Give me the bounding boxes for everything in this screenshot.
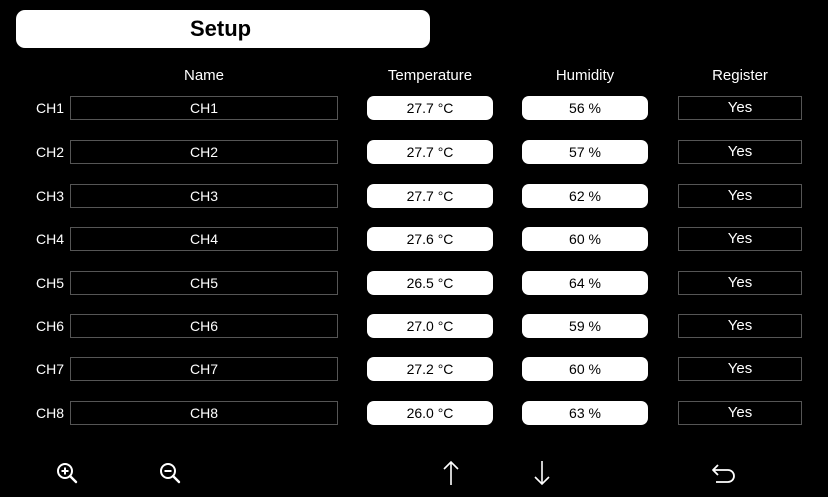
humidity-value: 57 % xyxy=(522,140,648,164)
channel-label: CH6 xyxy=(36,318,65,334)
scroll-down-button[interactable] xyxy=(527,458,557,488)
temperature-value: 27.0 °C xyxy=(367,314,493,338)
temperature-value: 27.2 °C xyxy=(367,357,493,381)
table-row: CH5 CH5 26.5 °C 64 % Yes xyxy=(0,271,828,295)
name-field[interactable]: CH5 xyxy=(70,271,338,295)
name-field[interactable]: CH8 xyxy=(70,401,338,425)
register-button[interactable]: Yes xyxy=(678,401,802,425)
humidity-value: 64 % xyxy=(522,271,648,295)
table-row: CH8 CH8 26.0 °C 63 % Yes xyxy=(0,401,828,425)
arrow-up-icon xyxy=(443,460,459,485)
register-button[interactable]: Yes xyxy=(678,96,802,120)
zoom-in-button[interactable] xyxy=(52,458,82,488)
table-row: CH3 CH3 27.7 °C 62 % Yes xyxy=(0,184,828,208)
table-row: CH2 CH2 27.7 °C 57 % Yes xyxy=(0,140,828,164)
zoom-out-icon xyxy=(160,463,181,484)
scroll-up-button[interactable] xyxy=(436,458,466,488)
arrow-down-icon xyxy=(534,461,550,486)
title-bar: Setup xyxy=(16,10,430,48)
humidity-value: 60 % xyxy=(522,357,648,381)
table-row: CH7 CH7 27.2 °C 60 % Yes xyxy=(0,357,828,381)
name-field[interactable]: CH6 xyxy=(70,314,338,338)
name-field[interactable]: CH7 xyxy=(70,357,338,381)
register-button[interactable]: Yes xyxy=(678,227,802,251)
name-field[interactable]: CH3 xyxy=(70,184,338,208)
channel-label: CH5 xyxy=(36,275,65,291)
humidity-value: 59 % xyxy=(522,314,648,338)
temperature-value: 26.5 °C xyxy=(367,271,493,295)
channel-label: CH2 xyxy=(36,144,65,160)
channel-label: CH1 xyxy=(36,100,65,116)
register-button[interactable]: Yes xyxy=(678,357,802,381)
humidity-value: 63 % xyxy=(522,401,648,425)
register-button[interactable]: Yes xyxy=(678,271,802,295)
table-row: CH6 CH6 27.0 °C 59 % Yes xyxy=(0,314,828,338)
channel-label: CH4 xyxy=(36,231,65,247)
channel-label: CH3 xyxy=(36,188,65,204)
temperature-value: 27.7 °C xyxy=(367,184,493,208)
column-header-register: Register xyxy=(712,67,768,84)
table-row: CH1 CH1 27.7 °C 56 % Yes xyxy=(0,96,828,120)
temperature-value: 27.7 °C xyxy=(367,96,493,120)
name-field[interactable]: CH2 xyxy=(70,140,338,164)
column-header-temperature: Temperature xyxy=(387,67,473,84)
name-field[interactable]: CH4 xyxy=(70,227,338,251)
back-button[interactable] xyxy=(709,458,739,488)
name-field[interactable]: CH1 xyxy=(70,96,338,120)
zoom-out-button[interactable] xyxy=(155,458,185,488)
table-row: CH4 CH4 27.6 °C 60 % Yes xyxy=(0,227,828,251)
column-header-humidity: Humidity xyxy=(555,67,615,84)
zoom-in-icon xyxy=(57,463,78,484)
channel-label: CH7 xyxy=(36,361,65,377)
humidity-value: 56 % xyxy=(522,96,648,120)
register-button[interactable]: Yes xyxy=(678,140,802,164)
back-icon xyxy=(712,464,735,483)
register-button[interactable]: Yes xyxy=(678,184,802,208)
humidity-value: 60 % xyxy=(522,227,648,251)
page-title: Setup xyxy=(190,16,252,41)
register-button[interactable]: Yes xyxy=(678,314,802,338)
humidity-value: 62 % xyxy=(522,184,648,208)
column-header-name: Name xyxy=(183,67,224,84)
temperature-value: 27.6 °C xyxy=(367,227,493,251)
channel-label: CH8 xyxy=(36,405,65,421)
temperature-value: 27.7 °C xyxy=(367,140,493,164)
temperature-value: 26.0 °C xyxy=(367,401,493,425)
